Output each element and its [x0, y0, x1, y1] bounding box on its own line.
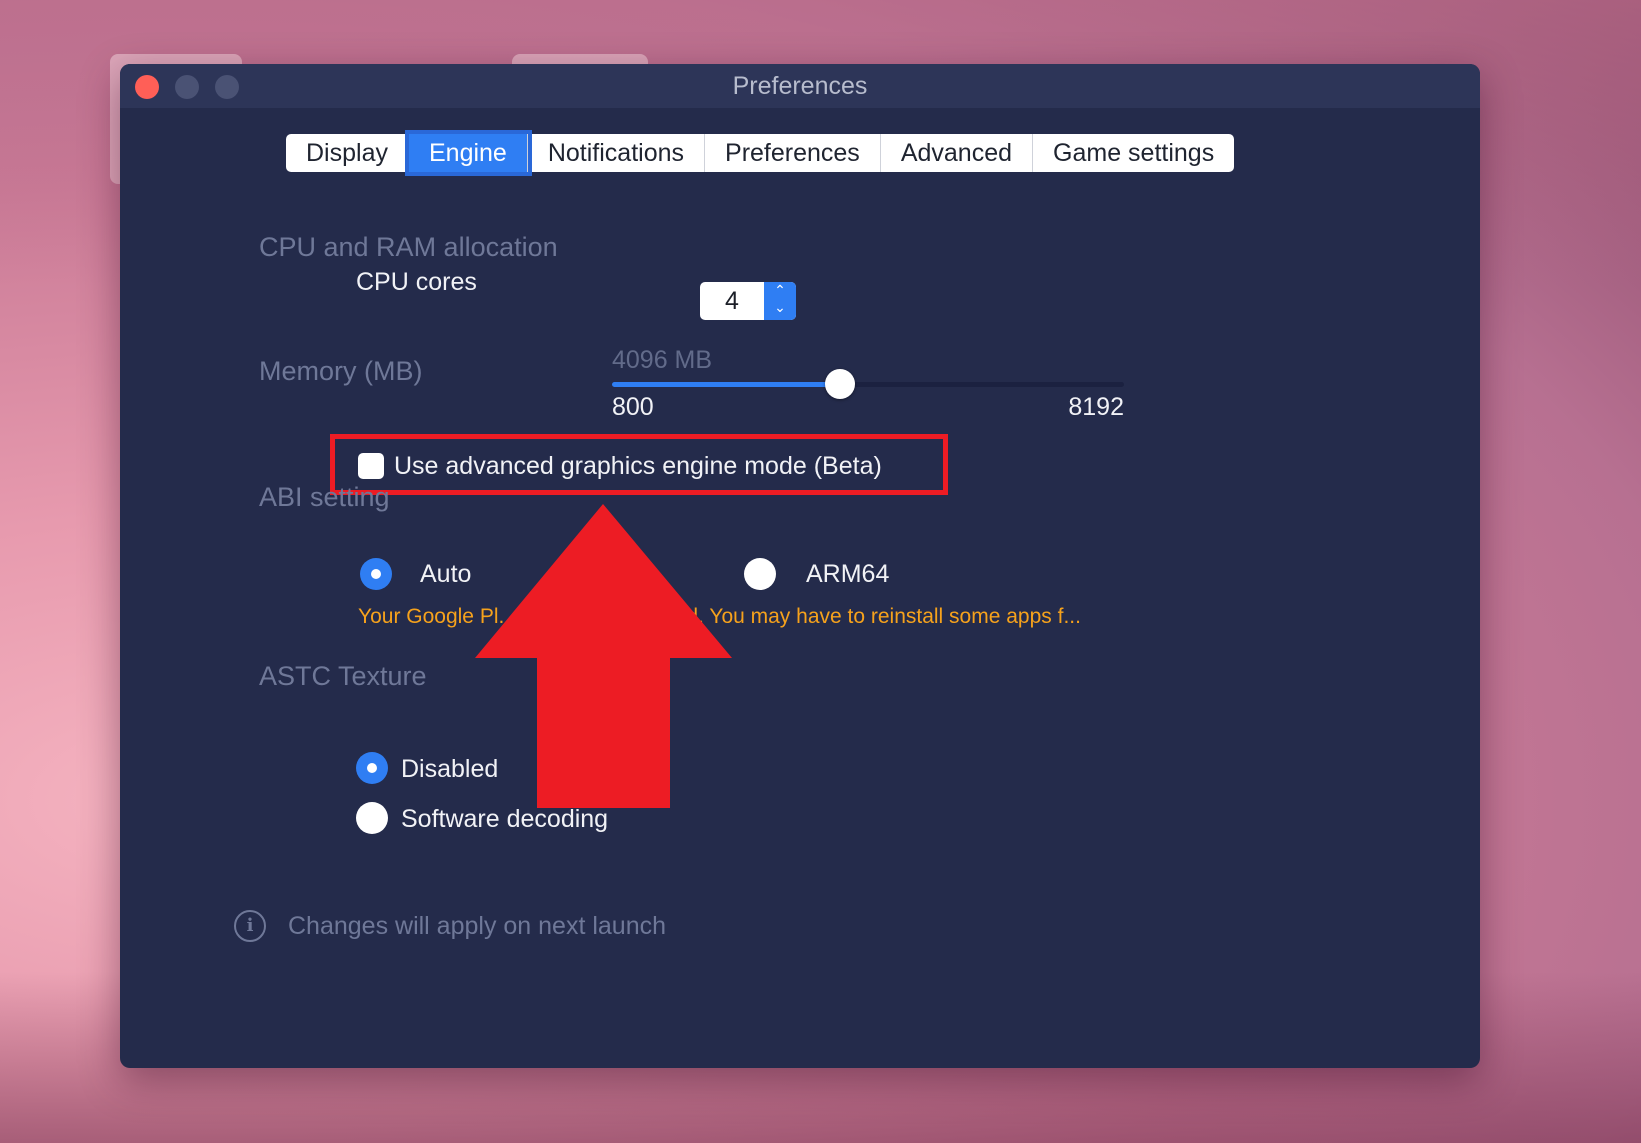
- tab-engine[interactable]: Engine: [408, 134, 528, 172]
- annotation-arrow-icon: [475, 504, 732, 808]
